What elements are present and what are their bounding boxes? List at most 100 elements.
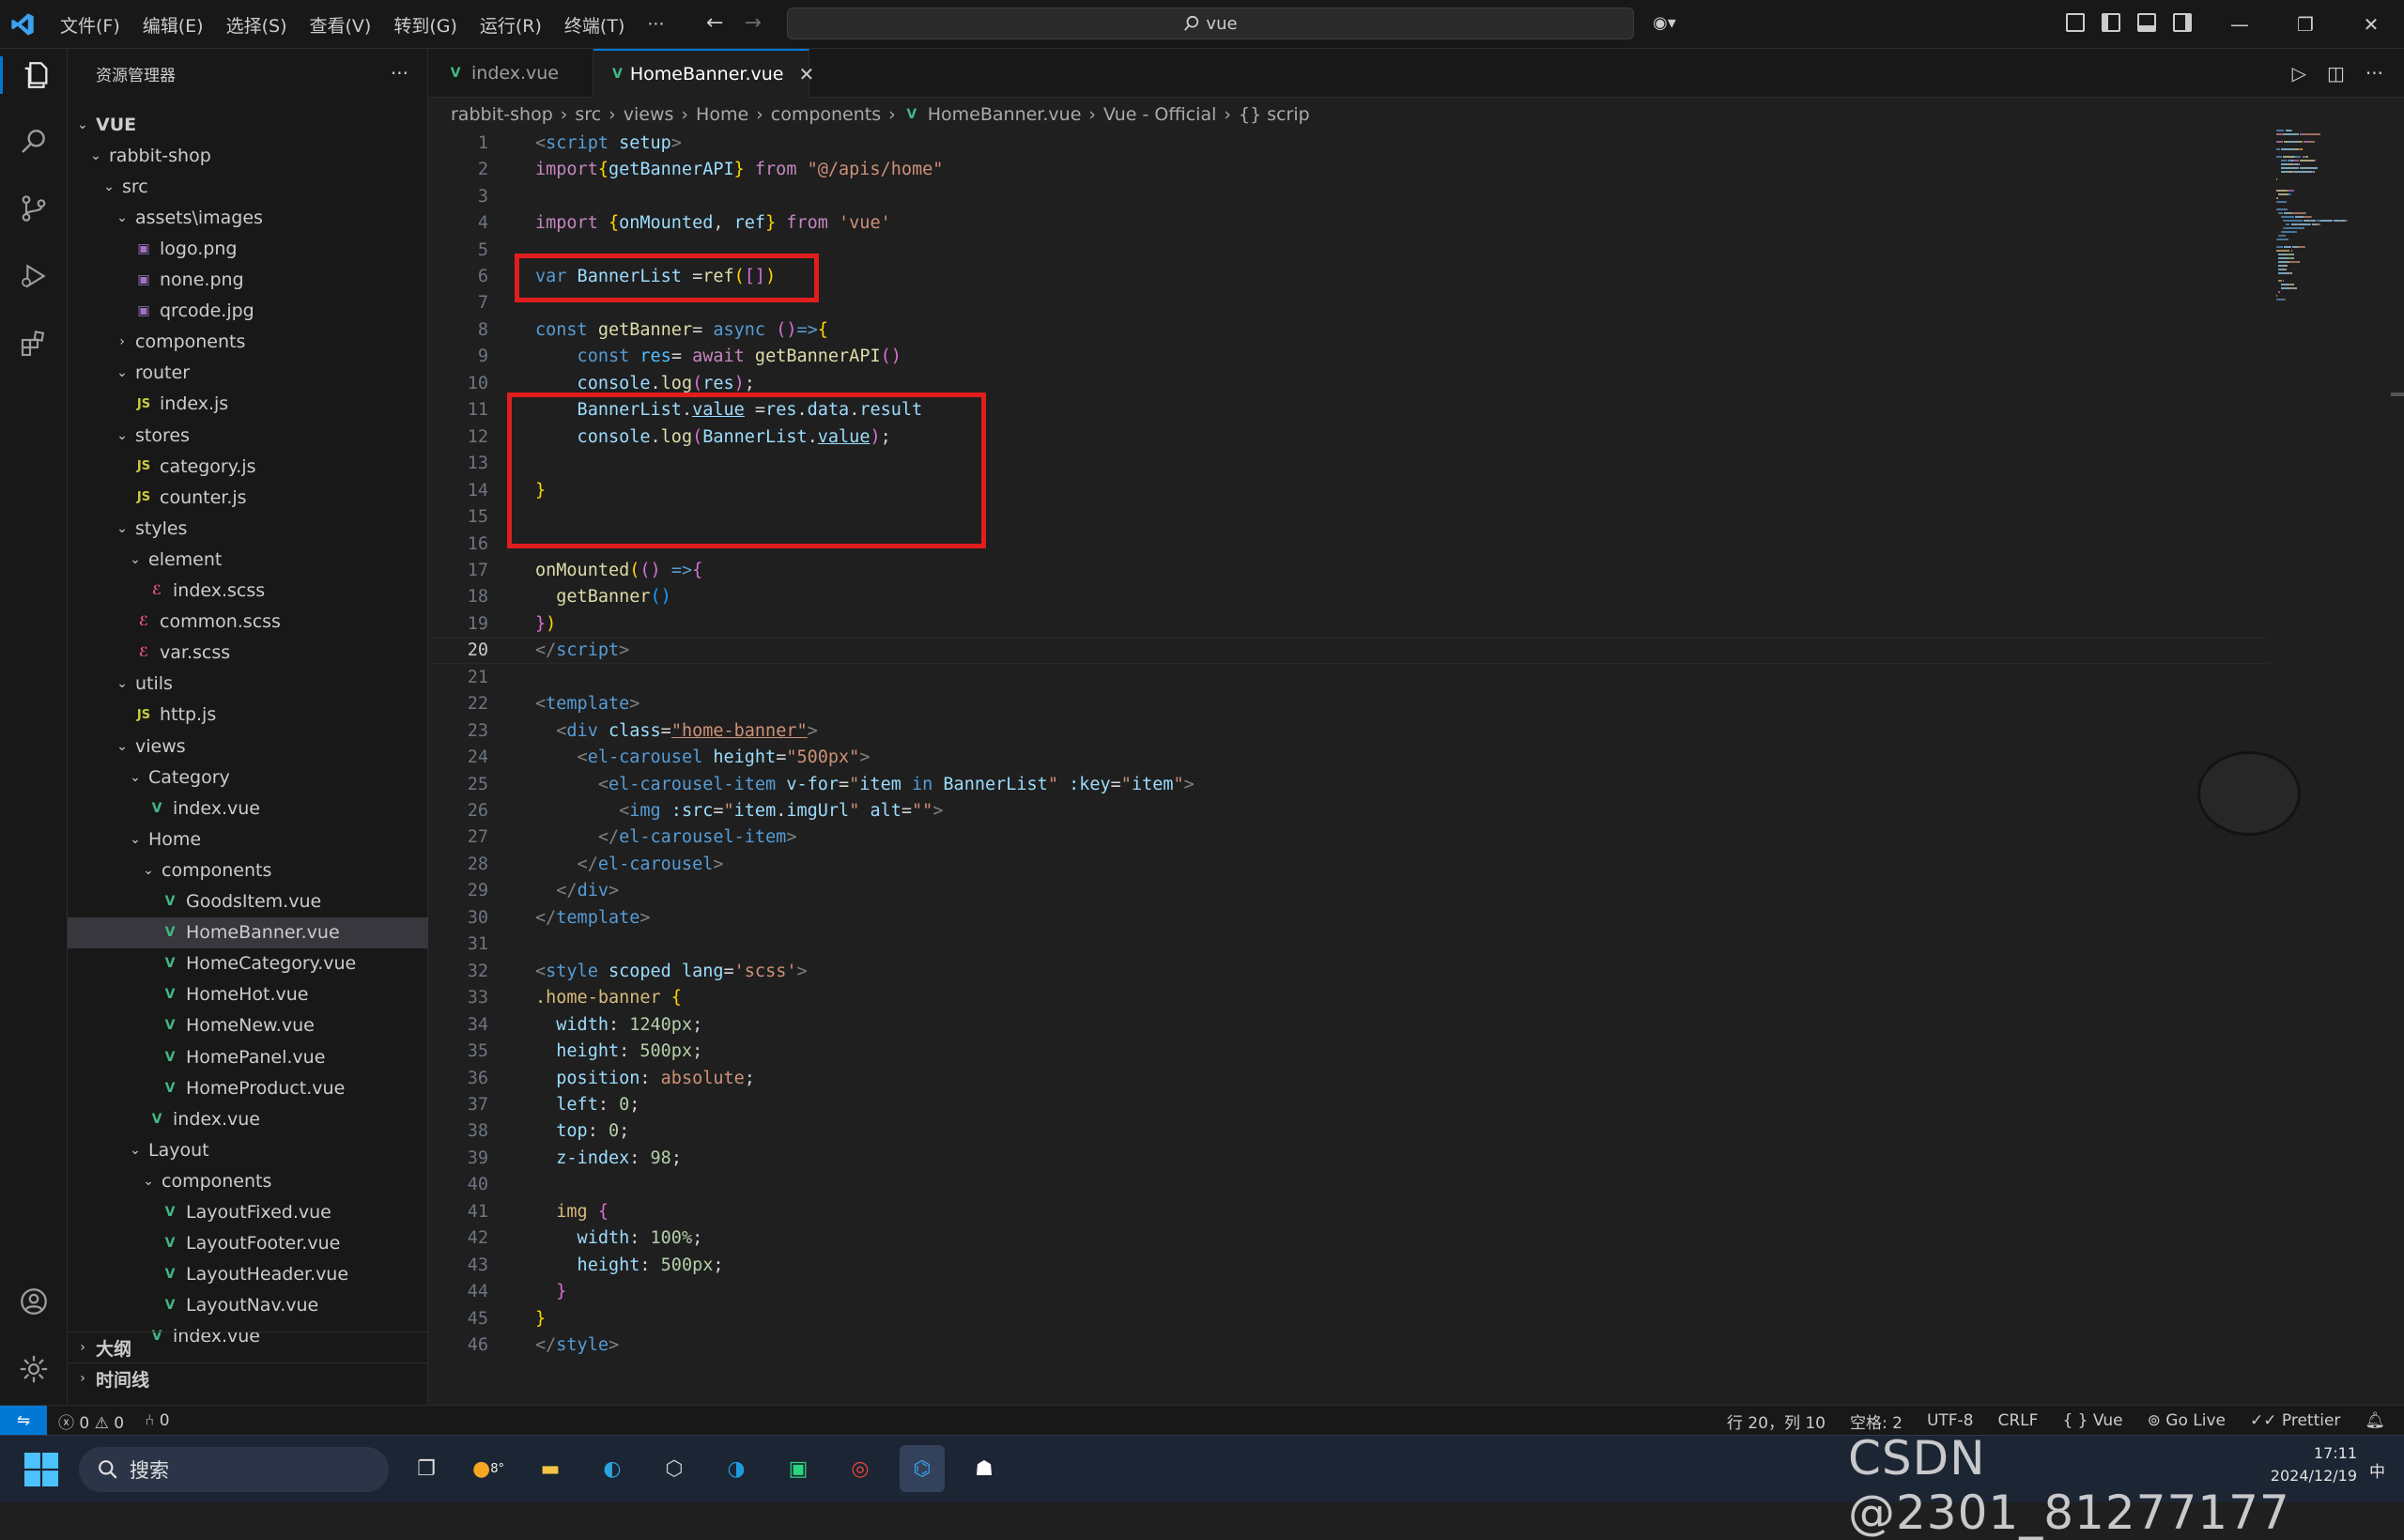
language-mode[interactable]: { } Vue [2062, 1411, 2122, 1430]
menu-item[interactable]: 查看(V) [299, 12, 383, 38]
tree-file[interactable]: ℰindex.scss [68, 576, 428, 607]
minimap[interactable] [2269, 130, 2391, 411]
breadcrumb-item[interactable]: Home [696, 104, 748, 125]
code-line[interactable]: 33 .home-banner { [428, 984, 2269, 1011]
tree-folder[interactable]: ⌄ components [68, 855, 428, 886]
code-line[interactable]: 46 </style> [428, 1332, 2269, 1359]
more-actions-icon[interactable]: ··· [391, 62, 408, 85]
tree-file[interactable]: Vindex.vue [68, 793, 428, 824]
taskbar-search[interactable]: 搜索 [79, 1447, 389, 1492]
problems-indicator[interactable]: ⓧ 0 ⚠ 0 [58, 1409, 124, 1433]
code-line[interactable]: 2 import{getBannerAPI} from "@/apis/home" [428, 156, 2269, 183]
code-line[interactable]: 30 </template> [428, 904, 2269, 932]
close-window-icon[interactable]: ✕ [2338, 0, 2404, 49]
breadcrumb-item[interactable]: HomeBanner.vue [928, 104, 1082, 125]
tree-folder[interactable]: ⌄ stores [68, 420, 428, 451]
code-line[interactable]: 9 const res= await getBannerAPI() [428, 344, 2269, 371]
tree-folder[interactable]: ⌄ Layout [68, 1134, 428, 1165]
tree-file[interactable]: V LayoutFooter.vue [68, 1228, 428, 1259]
code-line[interactable]: 39 z-index: 98; [428, 1145, 2269, 1172]
close-tab-icon[interactable]: ✕ [799, 63, 815, 85]
command-center-search[interactable]: vue [787, 8, 1634, 39]
code-line[interactable]: 28 </el-carousel> [428, 851, 2269, 878]
tree-file[interactable]: JS counter.js [68, 482, 428, 513]
code-line[interactable]: 24 <el-carousel height="500px"> [428, 744, 2269, 771]
tree-file[interactable]: JS index.js [68, 389, 428, 420]
editor-scrollbar[interactable] [2391, 130, 2404, 1369]
code-line[interactable]: 40 [428, 1172, 2269, 1199]
code-line[interactable]: 20 </script> [428, 637, 2269, 665]
copilot-icon[interactable]: ◉▾ [1653, 13, 1676, 33]
tree-file[interactable]: ℰvar.scss [68, 638, 428, 669]
tree-file[interactable]: V HomeNew.vue [68, 1010, 428, 1041]
code-line[interactable]: 3 [428, 183, 2269, 210]
tree-file[interactable]: JS http.js [68, 700, 428, 731]
run-debug-icon[interactable] [15, 257, 53, 295]
code-line[interactable]: 36 position: absolute; [428, 1065, 2269, 1092]
code-line[interactable]: 31 [428, 932, 2269, 959]
edge-browser-icon[interactable]: ◐ [590, 1445, 635, 1492]
extensions-icon[interactable] [15, 325, 53, 362]
ports-indicator[interactable]: ⑃ 0 [145, 1411, 169, 1430]
menu-item[interactable]: 转到(G) [382, 12, 469, 38]
menu-item[interactable]: 文件(F) [49, 12, 131, 38]
code-line[interactable]: 45} [428, 1305, 2269, 1332]
go-live-button[interactable]: ⊚ Go Live [2148, 1411, 2226, 1430]
code-line[interactable]: 41 img { [428, 1198, 2269, 1225]
settings-gear-icon[interactable] [15, 1350, 53, 1388]
tree-folder[interactable]: ⌄ VUE [68, 109, 428, 140]
code-line[interactable]: 38 top: 0; [428, 1118, 2269, 1146]
tree-file[interactable]: V HomePanel.vue [68, 1041, 428, 1072]
tree-file[interactable]: V HomeProduct.vue [68, 1072, 428, 1103]
sidebar-section-1[interactable]: › 时间线 [68, 1363, 428, 1394]
breadcrumb-item[interactable]: {} scrip [1239, 104, 1310, 125]
code-line[interactable]: 19}) [428, 610, 2269, 638]
tab-homebanner-vue[interactable]: V HomeBanner.vue ✕ [593, 49, 814, 98]
store-app-icon[interactable]: ▣ [776, 1445, 821, 1492]
tree-folder[interactable]: › components [68, 327, 428, 358]
minimize-icon[interactable]: — [2207, 0, 2273, 49]
notifications-bell-icon[interactable]: 🔔︎ [2365, 1411, 2385, 1430]
tree-file[interactable]: V LayoutFixed.vue [68, 1197, 428, 1228]
breadcrumb-item[interactable]: rabbit-shop [451, 104, 553, 125]
tree-file[interactable]: ▣ none.png [68, 265, 428, 296]
task-view-icon[interactable]: ❐ [404, 1445, 449, 1492]
code-line[interactable]: 35 height: 500px; [428, 1038, 2269, 1065]
split-editor-icon[interactable]: ◫ [2327, 62, 2345, 85]
code-line[interactable]: 42 width: 100%; [428, 1224, 2269, 1252]
menu-item[interactable]: ··· [636, 14, 675, 35]
search-view-icon[interactable] [15, 122, 53, 160]
prettier-button[interactable]: ✓✓ Prettier [2250, 1411, 2340, 1430]
run-icon[interactable]: ▷ [2292, 62, 2306, 85]
toggle-panel-icon[interactable] [2137, 13, 2156, 32]
tree-file[interactable]: ▣ logo.png [68, 233, 428, 264]
tree-folder[interactable]: ⌄ assets\images [68, 202, 428, 233]
tree-file[interactable]: V GoodsItem.vue [68, 886, 428, 917]
indentation[interactable]: 空格: 2 [1850, 1409, 1903, 1433]
windows-start-icon[interactable] [24, 1453, 58, 1486]
sidebar-section-0[interactable]: › 大纲 [68, 1332, 428, 1363]
breadcrumb-item[interactable]: components [771, 104, 881, 125]
menu-item[interactable]: 终端(T) [553, 12, 636, 38]
code-editor[interactable]: 1 <script setup> 2 import{getBannerAPI} fro… [428, 130, 2269, 1369]
menu-item[interactable]: 编辑(E) [131, 12, 215, 38]
customize-layout-icon[interactable] [2066, 13, 2085, 32]
tree-folder[interactable]: ⌄ Home [68, 824, 428, 855]
code-line[interactable]: 27 </el-carousel-item> [428, 824, 2269, 852]
code-line[interactable]: 25 <el-carousel-item v-for="item in Bann… [428, 771, 2269, 798]
code-line[interactable]: 37 left: 0; [428, 1091, 2269, 1118]
remote-indicator-icon[interactable]: ⇋ [0, 1406, 47, 1436]
code-line[interactable]: 4 import {onMounted, ref} from 'vue' [428, 209, 2269, 237]
code-line[interactable]: 18 getBanner() [428, 584, 2269, 611]
qq-icon[interactable]: ☗ [962, 1445, 1007, 1492]
more-editor-actions-icon[interactable]: ··· [2365, 62, 2383, 85]
code-line[interactable]: 8 const getBanner= async ()=>{ [428, 316, 2269, 344]
code-line[interactable]: 43 height: 500px; [428, 1252, 2269, 1279]
code-line[interactable]: 22 <template> [428, 690, 2269, 717]
accounts-icon[interactable] [15, 1283, 53, 1320]
weather-widget-icon[interactable]: ● 8° [466, 1445, 511, 1492]
tree-folder[interactable]: ⌄ styles [68, 513, 428, 544]
tree-file[interactable]: ℰcommon.scss [68, 607, 428, 638]
tree-file[interactable]: V HomeHot.vue [68, 979, 428, 1010]
code-line[interactable]: 17 onMounted(() =>{ [428, 557, 2269, 584]
